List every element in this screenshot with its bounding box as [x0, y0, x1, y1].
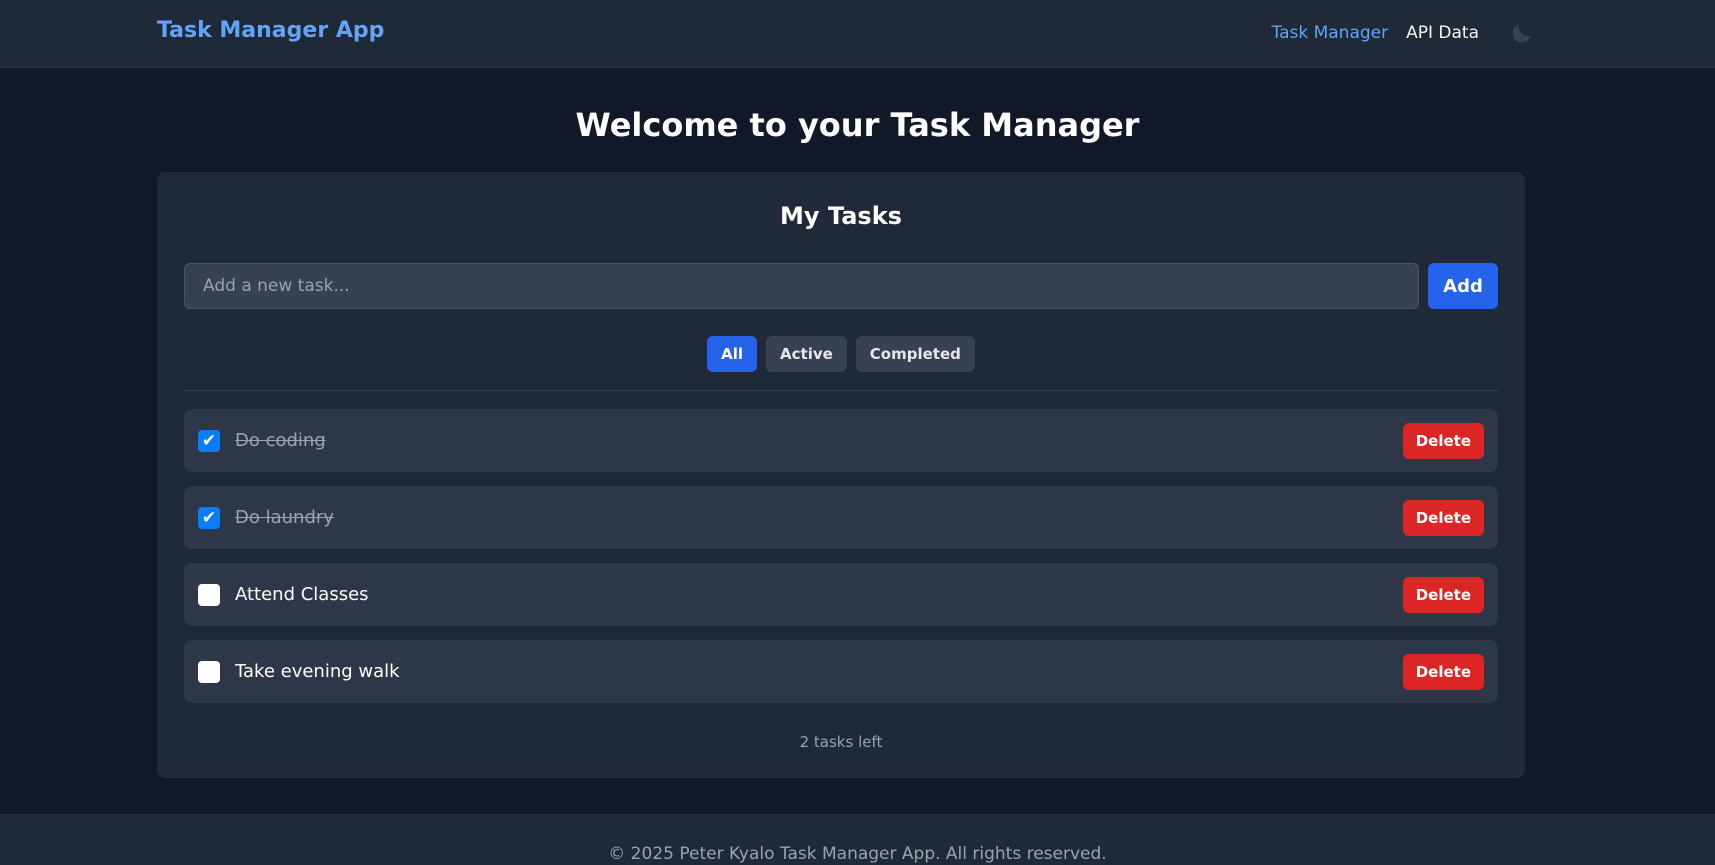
page-title: Welcome to your Task Manager [575, 106, 1140, 144]
task-checkbox[interactable] [198, 660, 220, 683]
task-text: Attend Classes [235, 584, 369, 605]
brand-logo[interactable]: Task Manager App [157, 18, 384, 43]
task-item: ✔ Do coding Delete [184, 409, 1498, 472]
task-item: Take evening walk Delete [184, 640, 1498, 703]
nav-links: Task Manager API Data [1272, 20, 1536, 46]
footer-text: © 2025 Peter Kyalo Task Manager App. All… [608, 844, 1107, 864]
tasks-card: My Tasks Add a new task... Add All Activ… [157, 172, 1525, 778]
task-checkbox[interactable] [198, 583, 220, 606]
filter-all[interactable]: All [707, 336, 758, 372]
delete-button[interactable]: Delete [1402, 576, 1484, 613]
new-task-input[interactable]: Add a new task... [184, 263, 1419, 309]
task-text: Do laundry [235, 507, 334, 528]
task-text: Do coding [235, 430, 326, 451]
filter-completed[interactable]: Completed [855, 336, 975, 372]
tasks-left-count: 2 tasks left [799, 733, 883, 751]
task-item: Attend Classes Delete [184, 563, 1498, 626]
divider [184, 390, 1498, 391]
moon-icon[interactable] [1509, 20, 1535, 46]
delete-button[interactable]: Delete [1402, 422, 1484, 459]
nav-api-data[interactable]: API Data [1406, 23, 1479, 43]
delete-button[interactable]: Delete [1402, 499, 1484, 536]
footer: © 2025 Peter Kyalo Task Manager App. All… [0, 814, 1715, 865]
delete-button[interactable]: Delete [1402, 653, 1484, 690]
task-checkbox[interactable]: ✔ [198, 429, 220, 452]
nav-task-manager[interactable]: Task Manager [1272, 23, 1389, 43]
task-checkbox[interactable]: ✔ [198, 506, 220, 529]
card-title: My Tasks [780, 202, 902, 230]
add-button[interactable]: Add [1428, 263, 1498, 309]
task-item: ✔ Do laundry Delete [184, 486, 1498, 549]
top-navbar: Task Manager App Task Manager API Data [0, 0, 1715, 68]
task-text: Take evening walk [235, 661, 400, 682]
filter-active[interactable]: Active [766, 336, 847, 372]
task-list: ✔ Do coding Delete ✔ Do laundry Delete At… [184, 409, 1498, 703]
